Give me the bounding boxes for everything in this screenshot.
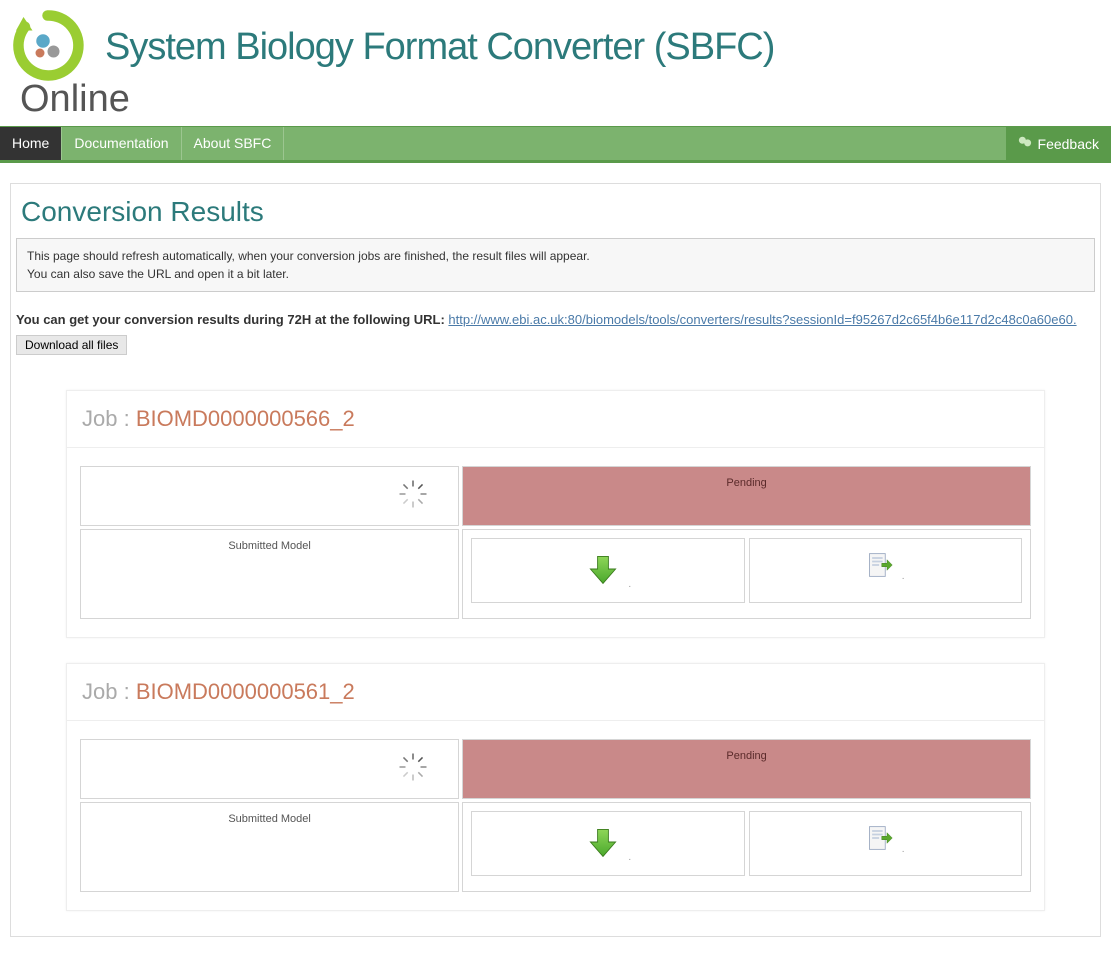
page-title: Conversion Results xyxy=(11,184,1100,238)
actions-cell: . . xyxy=(462,802,1031,892)
feedback-icon xyxy=(1018,135,1032,152)
action-dot: . xyxy=(628,852,631,863)
results-url-row: You can get your conversion results duri… xyxy=(16,312,1095,327)
export-result-button[interactable]: . xyxy=(749,538,1022,603)
nav-home[interactable]: Home xyxy=(0,127,62,160)
job-prefix: Job : xyxy=(82,679,136,704)
spinner-icon xyxy=(398,479,428,509)
export-icon xyxy=(866,567,898,582)
download-arrow-icon xyxy=(585,848,625,863)
submitted-cell: Submitted Model xyxy=(80,529,459,619)
nav-documentation[interactable]: Documentation xyxy=(62,127,181,160)
job-prefix: Job : xyxy=(82,406,136,431)
actions-cell: . . xyxy=(462,529,1031,619)
status-cell: Pending xyxy=(462,739,1031,799)
info-line-1: This page should refresh automatically, … xyxy=(27,247,1084,265)
download-result-button[interactable]: . xyxy=(471,538,744,603)
download-arrow-icon xyxy=(585,575,625,590)
spinner-cell xyxy=(80,466,459,526)
logo-icon xyxy=(10,8,85,86)
spinner-icon xyxy=(398,752,428,782)
action-dot: . xyxy=(628,579,631,590)
job-title: Job : BIOMD0000000566_2 xyxy=(67,391,1044,448)
export-result-button[interactable]: . xyxy=(749,811,1022,876)
info-line-2: You can also save the URL and open it a … xyxy=(27,265,1084,283)
download-result-button[interactable]: . xyxy=(471,811,744,876)
export-icon xyxy=(866,840,898,855)
job-name: BIOMD0000000561_2 xyxy=(136,679,355,704)
results-url-link[interactable]: http://www.ebi.ac.uk:80/biomodels/tools/… xyxy=(448,312,1076,327)
url-prefix: You can get your conversion results duri… xyxy=(16,312,448,327)
info-box: This page should refresh automatically, … xyxy=(16,238,1095,292)
status-cell: Pending xyxy=(462,466,1031,526)
job-panel: Job : BIOMD0000000566_2 xyxy=(66,390,1045,638)
nav-about[interactable]: About SBFC xyxy=(182,127,285,160)
job-name: BIOMD0000000566_2 xyxy=(136,406,355,431)
job-title: Job : BIOMD0000000561_2 xyxy=(67,664,1044,721)
job-panel: Job : BIOMD0000000561_2 xyxy=(66,663,1045,911)
download-all-button[interactable]: Download all files xyxy=(16,335,127,355)
feedback-label: Feedback xyxy=(1038,136,1099,152)
app-title-main: System Biology Format Converter (SBFC) xyxy=(105,26,774,69)
submitted-cell: Submitted Model xyxy=(80,802,459,892)
nav-bar: Home Documentation About SBFC Feedback xyxy=(0,126,1111,163)
results-panel: Conversion Results This page should refr… xyxy=(10,183,1101,937)
action-dot: . xyxy=(902,844,905,855)
action-dot: . xyxy=(902,571,905,582)
spinner-cell xyxy=(80,739,459,799)
feedback-button[interactable]: Feedback xyxy=(1006,127,1111,160)
header: System Biology Format Converter (SBFC) O… xyxy=(0,0,1111,126)
app-title-sub: Online xyxy=(20,78,1101,121)
